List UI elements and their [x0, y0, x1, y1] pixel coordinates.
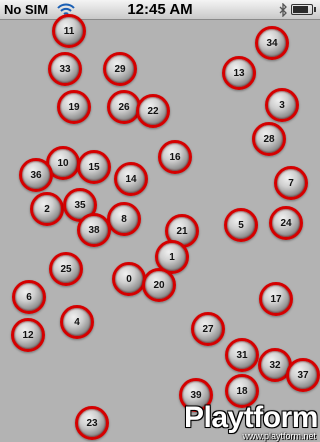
numbered-ball-14[interactable]: 14 [114, 162, 148, 196]
numbered-ball-29[interactable]: 29 [103, 52, 137, 86]
numbered-ball-28[interactable]: 28 [252, 122, 286, 156]
numbered-ball-7[interactable]: 7 [274, 166, 308, 200]
numbered-ball-38[interactable]: 38 [77, 213, 111, 247]
status-bar: No SIM 12:45 AM [0, 0, 320, 20]
numbered-ball-13[interactable]: 13 [222, 56, 256, 90]
battery-icon [291, 4, 316, 15]
numbered-ball-19[interactable]: 19 [57, 90, 91, 124]
numbered-ball-3[interactable]: 3 [265, 88, 299, 122]
clock: 12:45 AM [127, 1, 193, 18]
bluetooth-icon [279, 3, 287, 17]
numbered-ball-34[interactable]: 34 [255, 26, 289, 60]
playfield: 11 34 33 29 13 19 26 22 3 28 16 10 15 36 14 7 2 35 8 38 21 5 2… [0, 14, 320, 442]
numbered-ball-20[interactable]: 20 [142, 268, 176, 302]
watermark-brand: Playtform [184, 401, 318, 434]
numbered-ball-12[interactable]: 12 [11, 318, 45, 352]
numbered-ball-16[interactable]: 16 [158, 140, 192, 174]
watermark-url: www.playtform.net [242, 431, 316, 441]
battery-fill [293, 6, 309, 13]
numbered-ball-2[interactable]: 2 [30, 192, 64, 226]
numbered-ball-4[interactable]: 4 [60, 305, 94, 339]
numbered-ball-6[interactable]: 6 [12, 280, 46, 314]
numbered-ball-22[interactable]: 22 [136, 94, 170, 128]
numbered-ball-37[interactable]: 37 [286, 358, 320, 392]
numbered-ball-36[interactable]: 36 [19, 158, 53, 192]
numbered-ball-5[interactable]: 5 [224, 208, 258, 242]
numbered-ball-33[interactable]: 33 [48, 52, 82, 86]
numbered-ball-11[interactable]: 11 [52, 14, 86, 48]
numbered-ball-8[interactable]: 8 [107, 202, 141, 236]
numbered-ball-15[interactable]: 15 [77, 150, 111, 184]
numbered-ball-24[interactable]: 24 [269, 206, 303, 240]
watermark: Playtform www.playtform.net [168, 401, 320, 442]
numbered-ball-31[interactable]: 31 [225, 338, 259, 372]
numbered-ball-23[interactable]: 23 [75, 406, 109, 440]
numbered-ball-25[interactable]: 25 [49, 252, 83, 286]
numbered-ball-27[interactable]: 27 [191, 312, 225, 346]
numbered-ball-17[interactable]: 17 [259, 282, 293, 316]
numbered-ball-0[interactable]: 0 [112, 262, 146, 296]
